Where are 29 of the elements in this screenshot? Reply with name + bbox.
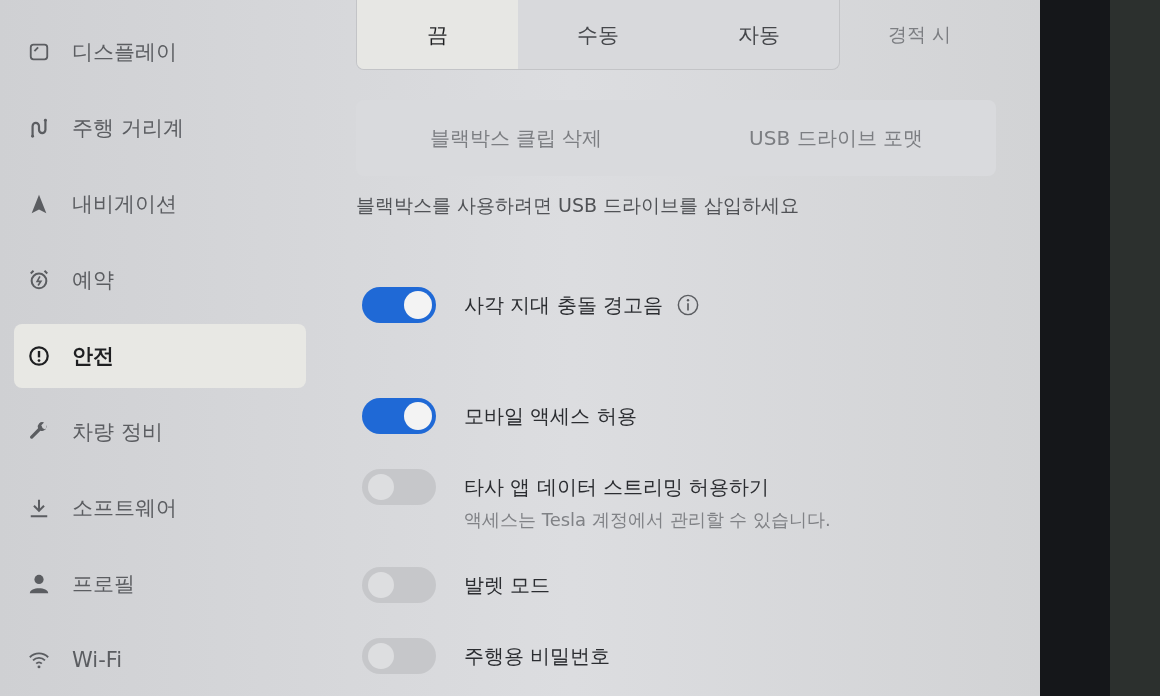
sidebar-item[interactable]: 안전 xyxy=(14,324,306,388)
download-icon xyxy=(28,497,50,519)
mode-tab[interactable]: 수동 xyxy=(517,0,679,69)
setting-label: 모바일 액세스 허용 xyxy=(464,403,637,429)
toggle-switch[interactable] xyxy=(362,287,436,323)
mode-tab[interactable]: 자동 xyxy=(678,0,839,69)
sidebar-item[interactable]: 프로필 xyxy=(14,552,306,616)
honk-option-label: 경적 시 xyxy=(888,22,952,47)
setting-label: 타사 앱 데이터 스트리밍 허용하기 xyxy=(464,474,770,500)
setting-label: 발렛 모드 xyxy=(464,572,551,598)
sidebar-item[interactable]: 디스플레이 xyxy=(14,20,306,84)
route-icon xyxy=(28,117,50,139)
setting-note: 액세스는 Tesla 계정에서 관리할 수 있습니다. xyxy=(464,508,831,532)
sidebar-item[interactable]: 차량 정비 xyxy=(14,400,306,464)
setting-label: 주행용 비밀번호 xyxy=(464,643,611,669)
exclamation-circle-icon xyxy=(28,345,50,367)
toggle-switch[interactable] xyxy=(362,398,436,434)
usb-notice: 블랙박스를 사용하려면 USB 드라이브를 삽입하세요 xyxy=(356,193,801,217)
sidebar-item[interactable]: 내비게이션 xyxy=(14,172,306,236)
person-icon xyxy=(28,573,50,595)
sidebar-item[interactable]: Wi-Fi xyxy=(14,628,306,692)
sidebar-item[interactable]: 소프트웨어 xyxy=(14,476,306,540)
info-icon[interactable] xyxy=(677,294,700,316)
mode-tab[interactable]: 끔 xyxy=(357,0,518,69)
sidebar-item[interactable]: 예약 xyxy=(14,248,306,312)
alarm-clock-icon xyxy=(28,269,50,291)
display-icon xyxy=(28,41,50,63)
setting-label: 사각 지대 충돌 경고음 xyxy=(464,292,664,318)
sidebar-item[interactable]: 주행 거리계 xyxy=(14,96,306,160)
